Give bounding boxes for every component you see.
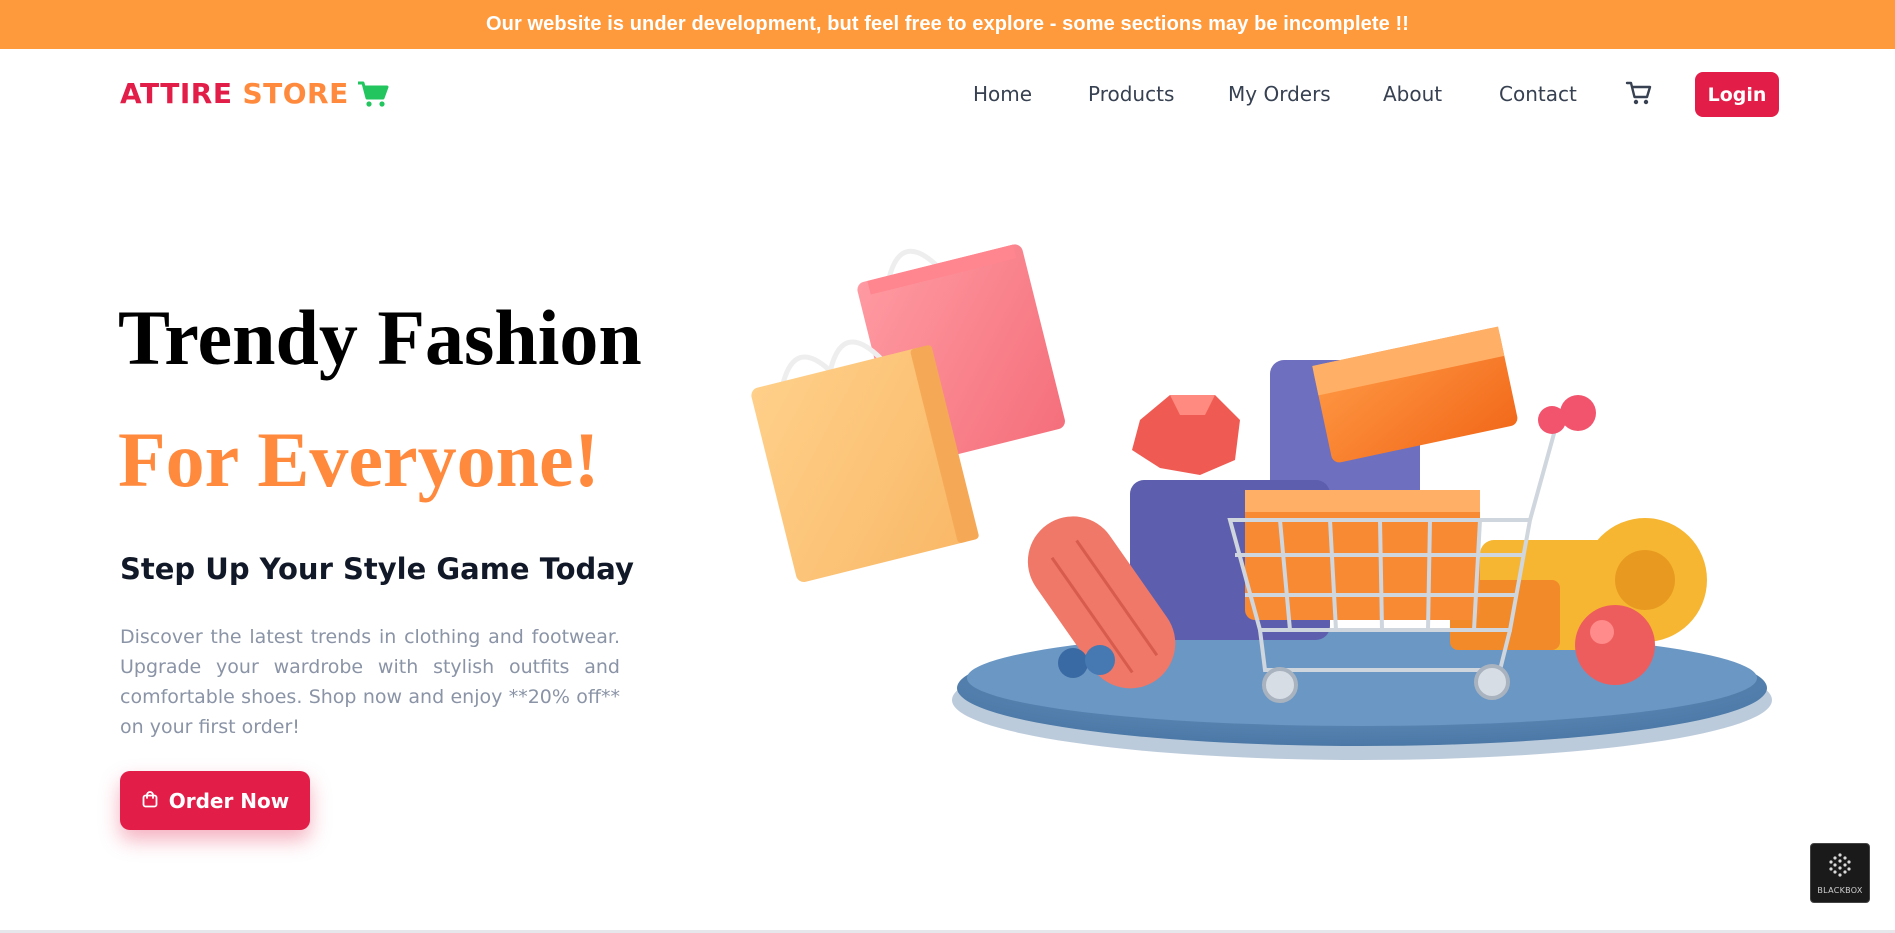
nav-link-contact[interactable]: Contact — [1499, 82, 1577, 106]
nav-link-my-orders[interactable]: My Orders — [1228, 82, 1331, 106]
shopping-cart-illustration — [740, 200, 1780, 780]
cart-icon[interactable] — [1625, 79, 1653, 112]
announcement-banner: Our website is under development, but fe… — [0, 0, 1895, 49]
nav-link-products[interactable]: Products — [1088, 82, 1174, 106]
nav-menu: Home Products My Orders About Contact Lo… — [0, 49, 1895, 141]
blackbox-badge[interactable]: BLACKBOX — [1810, 843, 1870, 903]
shopping-bag-icon — [141, 789, 159, 813]
announcement-text: Our website is under development, but fe… — [485, 13, 1410, 35]
order-now-button[interactable]: Order Now — [120, 771, 310, 830]
blackbox-logo-icon — [1827, 852, 1853, 883]
order-now-label: Order Now — [168, 788, 290, 813]
login-button[interactable]: Login — [1695, 72, 1779, 117]
blackbox-badge-text: BLACKBOX — [1817, 885, 1863, 895]
hero-title-line1: Trendy Fashion — [118, 294, 642, 381]
navbar: ATTIRE STORE Home Products My Orders Abo… — [0, 49, 1895, 141]
hero-description: Discover the latest trends in clothing a… — [120, 626, 620, 738]
nav-link-about[interactable]: About — [1383, 82, 1442, 106]
hero-title-line2: For Everyone! — [118, 416, 600, 503]
hero-subtitle: Step Up Your Style Game Today — [120, 552, 634, 586]
nav-link-home[interactable]: Home — [973, 82, 1032, 106]
